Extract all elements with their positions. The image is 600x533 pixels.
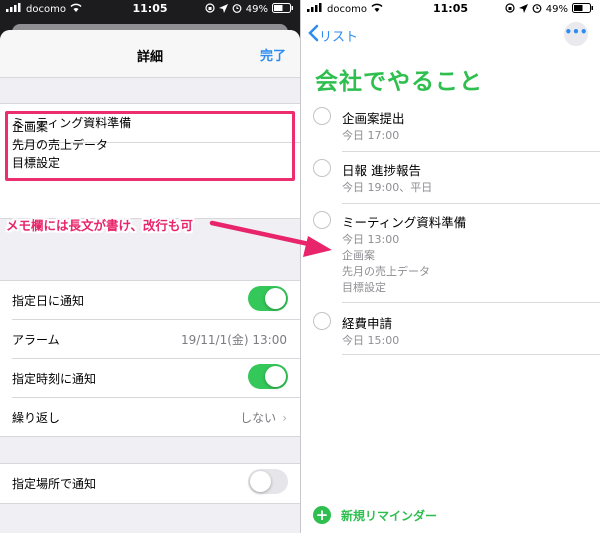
reminder-item[interactable]: 企画案提出 今日 17:00 (301, 104, 600, 154)
notification-group: 指定日に通知 アラーム 19/11/1(金) 13:00 指定時刻に通知 繰り返… (0, 280, 300, 437)
status-bar: docomo 11:05 49% (0, 0, 300, 18)
alarm-value: 19/11/1(金) 13:00 (180, 333, 287, 347)
orientation-lock-icon (505, 3, 515, 16)
alarm-icon (232, 3, 242, 16)
toggle-knob (265, 288, 286, 309)
repeat-row[interactable]: 繰り返し しない › (0, 398, 300, 437)
done-button[interactable]: 完了 (260, 45, 286, 64)
notify-location-row: 指定場所で通知 (0, 464, 300, 503)
notify-time-label: 指定時刻に通知 (12, 372, 97, 386)
repeat-label: 繰り返し (12, 411, 61, 425)
notify-time-row: 指定時刻に通知 (0, 359, 300, 398)
list-title: 会社でやること (315, 69, 483, 95)
reminder-title: 企画案提出 (342, 111, 405, 126)
alarm-row[interactable]: アラーム 19/11/1(金) 13:00 (0, 320, 300, 359)
notify-date-row: 指定日に通知 (0, 281, 300, 320)
back-button[interactable]: リスト (307, 24, 358, 46)
complete-circle[interactable] (313, 107, 331, 125)
sheet-header: 詳細 完了 (0, 30, 300, 78)
notes-line: 企画案 (12, 120, 49, 134)
alarm-icon (532, 3, 542, 16)
battery-icon (272, 3, 294, 16)
notes-line: 目標設定 (12, 156, 61, 170)
detail-screen: docomo 11:05 49% 詳細 完了 ミーティング資料準備 企画案 先月… (0, 0, 300, 533)
annotation-caption: メモ欄には長文が書け、改行も可 (6, 218, 193, 233)
reminder-due: 今日 13:00 (342, 233, 400, 246)
sheet-title: 詳細 (136, 50, 163, 65)
reminder-note: 目標設定 (342, 281, 386, 294)
divider (342, 302, 600, 303)
divider (342, 203, 600, 204)
battery-percent: 49% (245, 4, 268, 15)
notify-date-toggle[interactable] (248, 286, 288, 311)
complete-circle[interactable] (313, 211, 331, 229)
repeat-value: しない (240, 411, 277, 425)
notify-location-toggle[interactable] (248, 469, 288, 494)
location-group: 指定場所で通知 (0, 463, 300, 504)
reminder-due: 今日 15:00 (342, 334, 400, 347)
notify-date-label: 指定日に通知 (12, 294, 85, 308)
status-right: 49% (205, 3, 294, 16)
toggle-knob (250, 471, 271, 492)
battery-icon (572, 3, 594, 16)
status-right: 49% (505, 3, 594, 16)
notify-time-toggle[interactable] (248, 364, 288, 389)
plus-circle-icon: + (313, 506, 331, 524)
notify-location-label: 指定場所で通知 (12, 477, 97, 491)
chevron-left-icon (307, 24, 319, 46)
reminder-note: 先月の売上データ (342, 265, 430, 278)
notes-field[interactable]: 企画案 先月の売上データ 目標設定 (12, 118, 108, 172)
new-reminder-label: 新規リマインダー (341, 508, 438, 523)
repeat-value-group: しない › (240, 409, 287, 426)
divider (342, 354, 600, 355)
reminder-due: 今日 17:00 (342, 129, 400, 142)
reminders-list-screen: docomo 11:05 49% リスト ••• 会社でやること 企画案提出 今… (301, 0, 600, 533)
complete-circle[interactable] (313, 159, 331, 177)
alarm-label: アラーム (12, 333, 60, 347)
reminder-title: ミーティング資料準備 (342, 215, 467, 230)
reminder-title: 経費申請 (342, 316, 393, 331)
reminder-item[interactable]: 経費申請 今日 15:00 (301, 309, 600, 359)
reminder-item[interactable]: 日報 進捗報告 今日 19:00、平日 (301, 156, 600, 206)
orientation-lock-icon (205, 3, 215, 16)
location-icon (518, 3, 528, 16)
toggle-knob (265, 366, 286, 387)
reminder-due: 今日 19:00、平日 (342, 181, 433, 194)
new-reminder-button[interactable]: + 新規リマインダー (313, 506, 437, 524)
battery-percent: 49% (545, 4, 568, 15)
chevron-right-icon: › (282, 411, 287, 425)
notes-line: 先月の売上データ (12, 138, 109, 152)
reminder-title: 日報 進捗報告 (342, 163, 421, 178)
location-icon (218, 3, 228, 16)
complete-circle[interactable] (313, 312, 331, 330)
reminder-note: 企画案 (342, 249, 375, 262)
divider (342, 151, 600, 152)
status-bar: docomo 11:05 49% (301, 0, 600, 18)
ellipsis-icon[interactable]: ••• (564, 22, 588, 46)
back-label: リスト (319, 29, 359, 45)
reminder-item[interactable]: ミーティング資料準備 今日 13:00 企画案 先月の売上データ 目標設定 (301, 208, 600, 304)
